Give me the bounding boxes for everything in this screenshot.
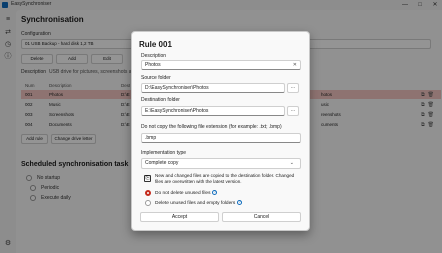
exclude-label: Do not copy the following file extension… — [141, 124, 282, 130]
dialog-title: Rule 001 — [139, 40, 172, 49]
destination-folder-value: E:\EasySynchroniser\Photos — [145, 108, 209, 114]
delete-unused-label: Delete unused files and empty folders — [155, 200, 236, 206]
help-icon[interactable]: ? — [212, 190, 218, 195]
source-folder-label: Source folder — [141, 75, 171, 81]
chevron-down-icon: ⌄ — [289, 160, 294, 166]
destination-folder-label: Destination folder — [141, 97, 180, 103]
implementation-label: Implementation type — [141, 150, 187, 156]
description-field-label: Description — [141, 53, 167, 59]
source-browse-button[interactable]: ... — [287, 83, 299, 93]
delete-unused-option: Delete unused files and empty folders? — [155, 200, 243, 206]
source-folder-input[interactable]: D:\EasySynchroniser\Photos — [141, 83, 285, 93]
delete-unused-radio[interactable] — [145, 200, 151, 206]
no-delete-label: Do not delete unused files — [155, 190, 211, 196]
implementation-value: Complete copy — [145, 160, 179, 166]
implementation-select[interactable]: Complete copy ⌄ — [141, 158, 301, 169]
accept-button[interactable]: Accept — [140, 212, 219, 222]
destination-folder-input[interactable]: E:\EasySynchroniser\Photos — [141, 106, 285, 116]
clear-icon[interactable]: ✕ — [293, 61, 297, 69]
exclude-input[interactable]: .bmp — [141, 133, 301, 143]
help-icon[interactable]: ? — [237, 200, 243, 205]
no-delete-option: Do not delete unused files? — [155, 190, 218, 196]
cancel-button[interactable]: Cancel — [222, 212, 301, 222]
copy-info-icon: ⎘ — [144, 175, 151, 182]
source-folder-value: D:\EasySynchroniser\Photos — [145, 85, 209, 91]
implementation-info: New and changed files are copied to the … — [155, 173, 295, 184]
description-input-value: Photos — [145, 62, 161, 68]
exclude-value: .bmp — [145, 135, 157, 141]
description-input[interactable]: Photos ✕ — [141, 60, 301, 70]
no-delete-radio[interactable] — [145, 190, 151, 196]
destination-browse-button[interactable]: ... — [287, 106, 299, 116]
